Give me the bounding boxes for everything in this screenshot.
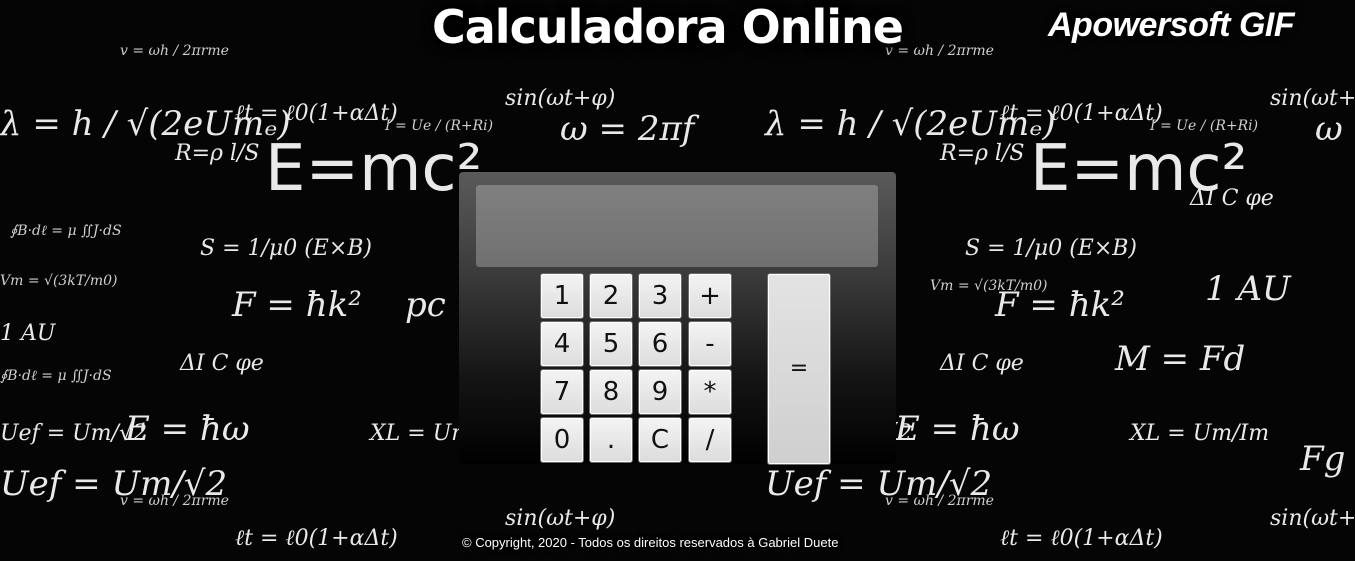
bg-formula: ΔI C φe	[179, 351, 264, 376]
bg-formula: ∮B·dℓ = μ ∬J·dS	[10, 223, 122, 239]
key-0-button[interactable]: 0	[540, 417, 584, 463]
calculator-panel: 1 2 3 + 4 5 6 - 7 8 9 * 0 . C / =	[459, 172, 896, 465]
bg-formula: sin(ωt+φ)	[505, 86, 615, 111]
key-1-button[interactable]: 1	[540, 273, 584, 319]
bg-formula: ω = 2πf	[560, 109, 700, 149]
bg-formula: S = 1/μ0 (E×B)	[200, 236, 372, 261]
bg-formula: ℓt = ℓ0(1+αΔt)	[1000, 101, 1163, 126]
bg-formula-emc2-left: E=mc²	[265, 132, 482, 206]
calculator-display	[476, 185, 878, 267]
bg-formula: S = 1/μ0 (E×B)	[965, 236, 1137, 261]
bg-formula: ℓt = ℓ0(1+αΔt)	[1000, 526, 1163, 551]
bg-formula: Uef = Um/√2	[0, 421, 147, 446]
bg-formula: ω = 2πf	[1315, 109, 1355, 149]
bg-formula: M = Fd	[1114, 339, 1245, 379]
key-5-button[interactable]: 5	[589, 321, 633, 367]
key-minus-button[interactable]: -	[688, 321, 732, 367]
key-4-button[interactable]: 4	[540, 321, 584, 367]
bg-formula: 1 AU	[0, 321, 57, 346]
bg-formula: F = ħk²	[231, 285, 362, 325]
key-dot-button[interactable]: .	[589, 417, 633, 463]
bg-formula: ∮B·dℓ = μ ∬J·dS	[0, 368, 112, 384]
bg-formula: sin(ωt+φ)	[505, 506, 615, 531]
key-7-button[interactable]: 7	[540, 369, 584, 415]
bg-formula: 1 AU	[1205, 269, 1292, 309]
bg-formula: Uef = Um/√2	[765, 464, 992, 504]
key-6-button[interactable]: 6	[638, 321, 682, 367]
bg-formula: Fg =	[1299, 439, 1355, 479]
bg-formula: ΔI C φe	[1189, 186, 1274, 211]
bg-formula: ℓt = ℓ0(1+αΔt)	[235, 101, 398, 126]
bg-formula: XL = Um/Im	[1128, 421, 1269, 446]
key-3-button[interactable]: 3	[638, 273, 682, 319]
bg-formula: I = Ue / (R+Ri)	[1149, 118, 1258, 134]
key-clear-button[interactable]: C	[638, 417, 682, 463]
bg-formula: R=ρ l/S	[174, 141, 259, 166]
page: E=mc² E=mc² λ = h / √(2eUmₑ) R=ρ l/S ω =…	[0, 0, 1355, 561]
key-9-button[interactable]: 9	[638, 369, 682, 415]
key-plus-button[interactable]: +	[688, 273, 732, 319]
bg-formula: v = ωh / 2πrme	[120, 43, 229, 59]
bg-formula: ℓt = ℓ0(1+αΔt)	[235, 526, 398, 551]
bg-formula: E = ħω	[894, 409, 1020, 449]
bg-formula: Vm = √(3kT/m0)	[930, 278, 1048, 294]
bg-formula: ΔI C φe	[939, 351, 1024, 376]
bg-formula: Vm = √(3kT/m0)	[0, 273, 118, 289]
copyright-footer: © Copyright, 2020 - Todos os direitos re…	[462, 535, 839, 550]
bg-formula: sin(ωt+φ)	[1270, 506, 1355, 531]
page-title: Calculadora Online	[432, 0, 904, 54]
bg-formula: Uef = Um/√2	[0, 464, 227, 504]
key-equals-button[interactable]: =	[767, 273, 831, 465]
key-2-button[interactable]: 2	[589, 273, 633, 319]
bg-formula: R=ρ l/S	[939, 141, 1024, 166]
key-divide-button[interactable]: /	[688, 417, 732, 463]
key-8-button[interactable]: 8	[589, 369, 633, 415]
bg-formula: sin(ωt+φ)	[1270, 86, 1355, 111]
watermark-text: Apowersoft GIF	[1048, 6, 1295, 44]
key-multiply-button[interactable]: *	[688, 369, 732, 415]
bg-formula: I = Ue / (R+Ri)	[384, 118, 493, 134]
